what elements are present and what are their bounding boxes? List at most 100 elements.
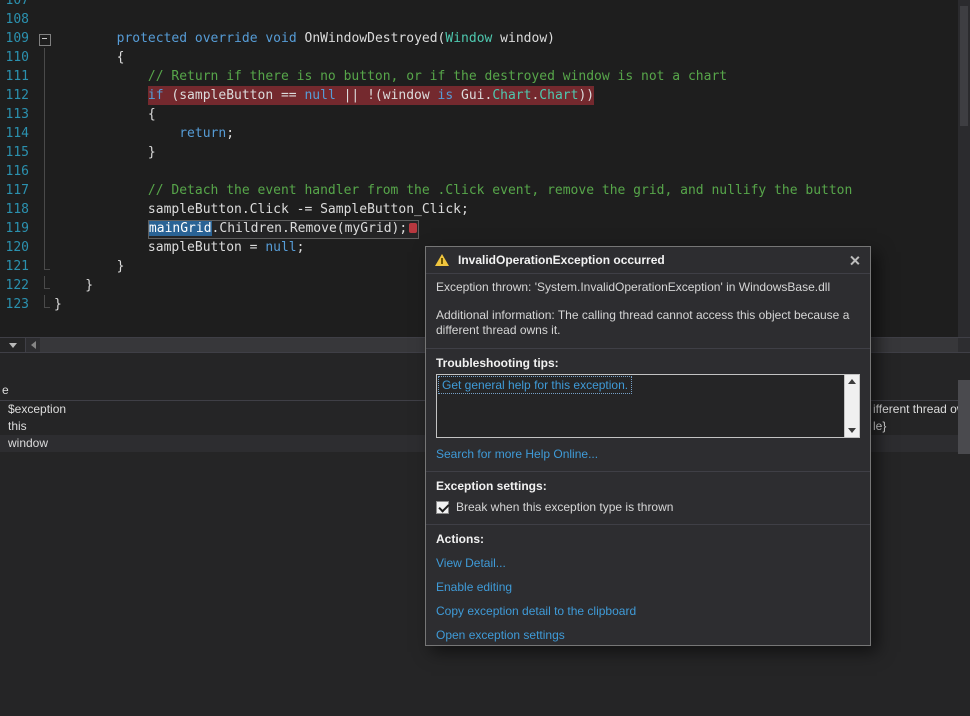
code-text: sampleButton.Click -= SampleButton_Click… xyxy=(54,200,469,219)
divider xyxy=(426,471,870,472)
line-number: 120 xyxy=(5,240,29,255)
outline-margin xyxy=(36,143,54,162)
scrollbar-thumb[interactable] xyxy=(960,6,968,126)
code-token: mainGrid xyxy=(148,221,212,236)
outline-margin xyxy=(36,162,54,181)
exception-dialog: InvalidOperationException occurred Excep… xyxy=(425,246,871,646)
outline-margin xyxy=(36,124,54,143)
code-token: ; xyxy=(296,240,305,255)
code-text: // Return if there is no button, or if t… xyxy=(54,67,727,86)
editor-vertical-scrollbar[interactable] xyxy=(958,0,970,337)
close-icon[interactable] xyxy=(849,254,861,266)
code-line[interactable]: 111 // Return if there is no button, or … xyxy=(0,67,958,86)
code-token: return xyxy=(179,126,227,141)
code-token: } xyxy=(54,297,62,312)
code-text: return; xyxy=(54,124,234,143)
action-link[interactable]: Open exception settings xyxy=(436,628,565,642)
outline-margin xyxy=(36,238,54,257)
outline-margin xyxy=(36,219,54,238)
action-link[interactable]: Enable editing xyxy=(436,580,512,594)
line-number: 119 xyxy=(5,221,29,236)
code-line[interactable]: 117 // Detach the event handler from the… xyxy=(0,181,958,200)
code-token: { xyxy=(54,50,125,65)
code-token: sampleButton = xyxy=(147,240,266,255)
line-number: 107 xyxy=(5,0,29,8)
divider xyxy=(426,348,870,349)
outline-margin xyxy=(36,295,54,314)
code-text: // Detach the event handler from the .Cl… xyxy=(54,181,852,200)
line-number: 113 xyxy=(5,107,29,122)
code-line[interactable]: 115 } xyxy=(0,143,958,162)
divider xyxy=(426,524,870,525)
code-text: protected override void OnWindowDestroye… xyxy=(54,29,555,48)
code-token: void xyxy=(265,31,297,46)
break-checkbox-row[interactable]: Break when this exception type is thrown xyxy=(436,500,860,514)
tip-link[interactable]: Get general help for this exception. xyxy=(437,376,633,394)
outline-margin xyxy=(36,257,54,276)
variable-name: window xyxy=(8,436,49,450)
search-help-online-link[interactable]: Search for more Help Online... xyxy=(436,447,598,461)
pane-dropdown-button[interactable] xyxy=(0,338,26,352)
scroll-down-arrow-icon[interactable] xyxy=(848,428,856,433)
locals-scrollbar[interactable] xyxy=(958,380,970,454)
additional-information-text: Additional information: The calling thre… xyxy=(436,308,850,337)
code-text: } xyxy=(54,257,125,276)
code-token: // Detach the event handler from the .Cl… xyxy=(147,183,853,198)
code-token: Window xyxy=(445,31,493,46)
troubleshooting-tips-box: Get general help for this exception. xyxy=(436,374,860,438)
code-line[interactable]: 118 sampleButton.Click -= SampleButton_C… xyxy=(0,200,958,219)
code-line[interactable]: 108 xyxy=(0,10,958,29)
warning-icon xyxy=(435,254,449,266)
scroll-left-arrow-icon xyxy=(30,341,36,349)
code-line[interactable]: 119 mainGrid.Children.Remove(myGrid); xyxy=(0,219,958,239)
exception-dialog-body: Exception thrown: 'System.InvalidOperati… xyxy=(426,280,870,642)
code-line[interactable]: 107 xyxy=(0,0,958,10)
outline-margin xyxy=(36,105,54,124)
variable-name: $exception xyxy=(8,402,67,416)
code-line[interactable]: 116 xyxy=(0,162,958,181)
code-text: } xyxy=(54,276,93,295)
actions-list: View Detail... Enable editing Copy excepti… xyxy=(436,556,860,642)
code-token: } xyxy=(54,145,156,160)
scroll-left-button[interactable] xyxy=(26,338,40,352)
variable-value-fragment: ifferent thread own xyxy=(873,402,970,416)
line-number: 123 xyxy=(5,297,29,312)
line-number: 109 xyxy=(5,31,29,46)
code-line[interactable]: 113 { xyxy=(0,105,958,124)
line-number: 112 xyxy=(5,88,29,103)
current-statement-frame: mainGrid.Children.Remove(myGrid); xyxy=(147,220,420,239)
chevron-down-icon xyxy=(8,342,17,348)
code-line[interactable]: 114 return; xyxy=(0,124,958,143)
line-number: 121 xyxy=(5,259,29,274)
line-number: 110 xyxy=(5,50,29,65)
code-line[interactable]: 109 protected override void OnWindowDest… xyxy=(0,29,958,48)
code-text: sampleButton = null; xyxy=(54,238,305,257)
code-text: { xyxy=(54,105,156,124)
code-token: ; xyxy=(226,126,235,141)
action-link[interactable]: Copy exception detail to the clipboard xyxy=(436,604,636,618)
line-number: 108 xyxy=(5,12,29,27)
code-text: { xyxy=(54,48,125,67)
break-checkbox[interactable] xyxy=(436,500,449,514)
code-line[interactable]: 112 if (sampleButton == null || !(window… xyxy=(0,86,958,105)
code-token: OnWindowDestroyed( xyxy=(296,31,446,46)
outline-margin xyxy=(36,10,54,29)
breakpoint-highlight: if (sampleButton == null || !(window is … xyxy=(147,86,595,105)
code-line[interactable]: 110 { xyxy=(0,48,958,67)
scrollbar-corner xyxy=(958,338,970,352)
line-number: 111 xyxy=(5,69,29,84)
tips-scrollbar[interactable] xyxy=(844,375,859,437)
scroll-up-arrow-icon[interactable] xyxy=(848,379,856,384)
action-link[interactable]: View Detail... xyxy=(436,556,506,570)
code-token: { xyxy=(54,107,156,122)
variable-name: this xyxy=(8,419,27,433)
collapse-minus-icon[interactable] xyxy=(36,29,54,48)
code-text: mainGrid.Children.Remove(myGrid); xyxy=(54,219,420,239)
line-number: 122 xyxy=(5,278,29,293)
code-token: Gui. xyxy=(453,88,493,103)
code-token: if xyxy=(147,88,164,103)
